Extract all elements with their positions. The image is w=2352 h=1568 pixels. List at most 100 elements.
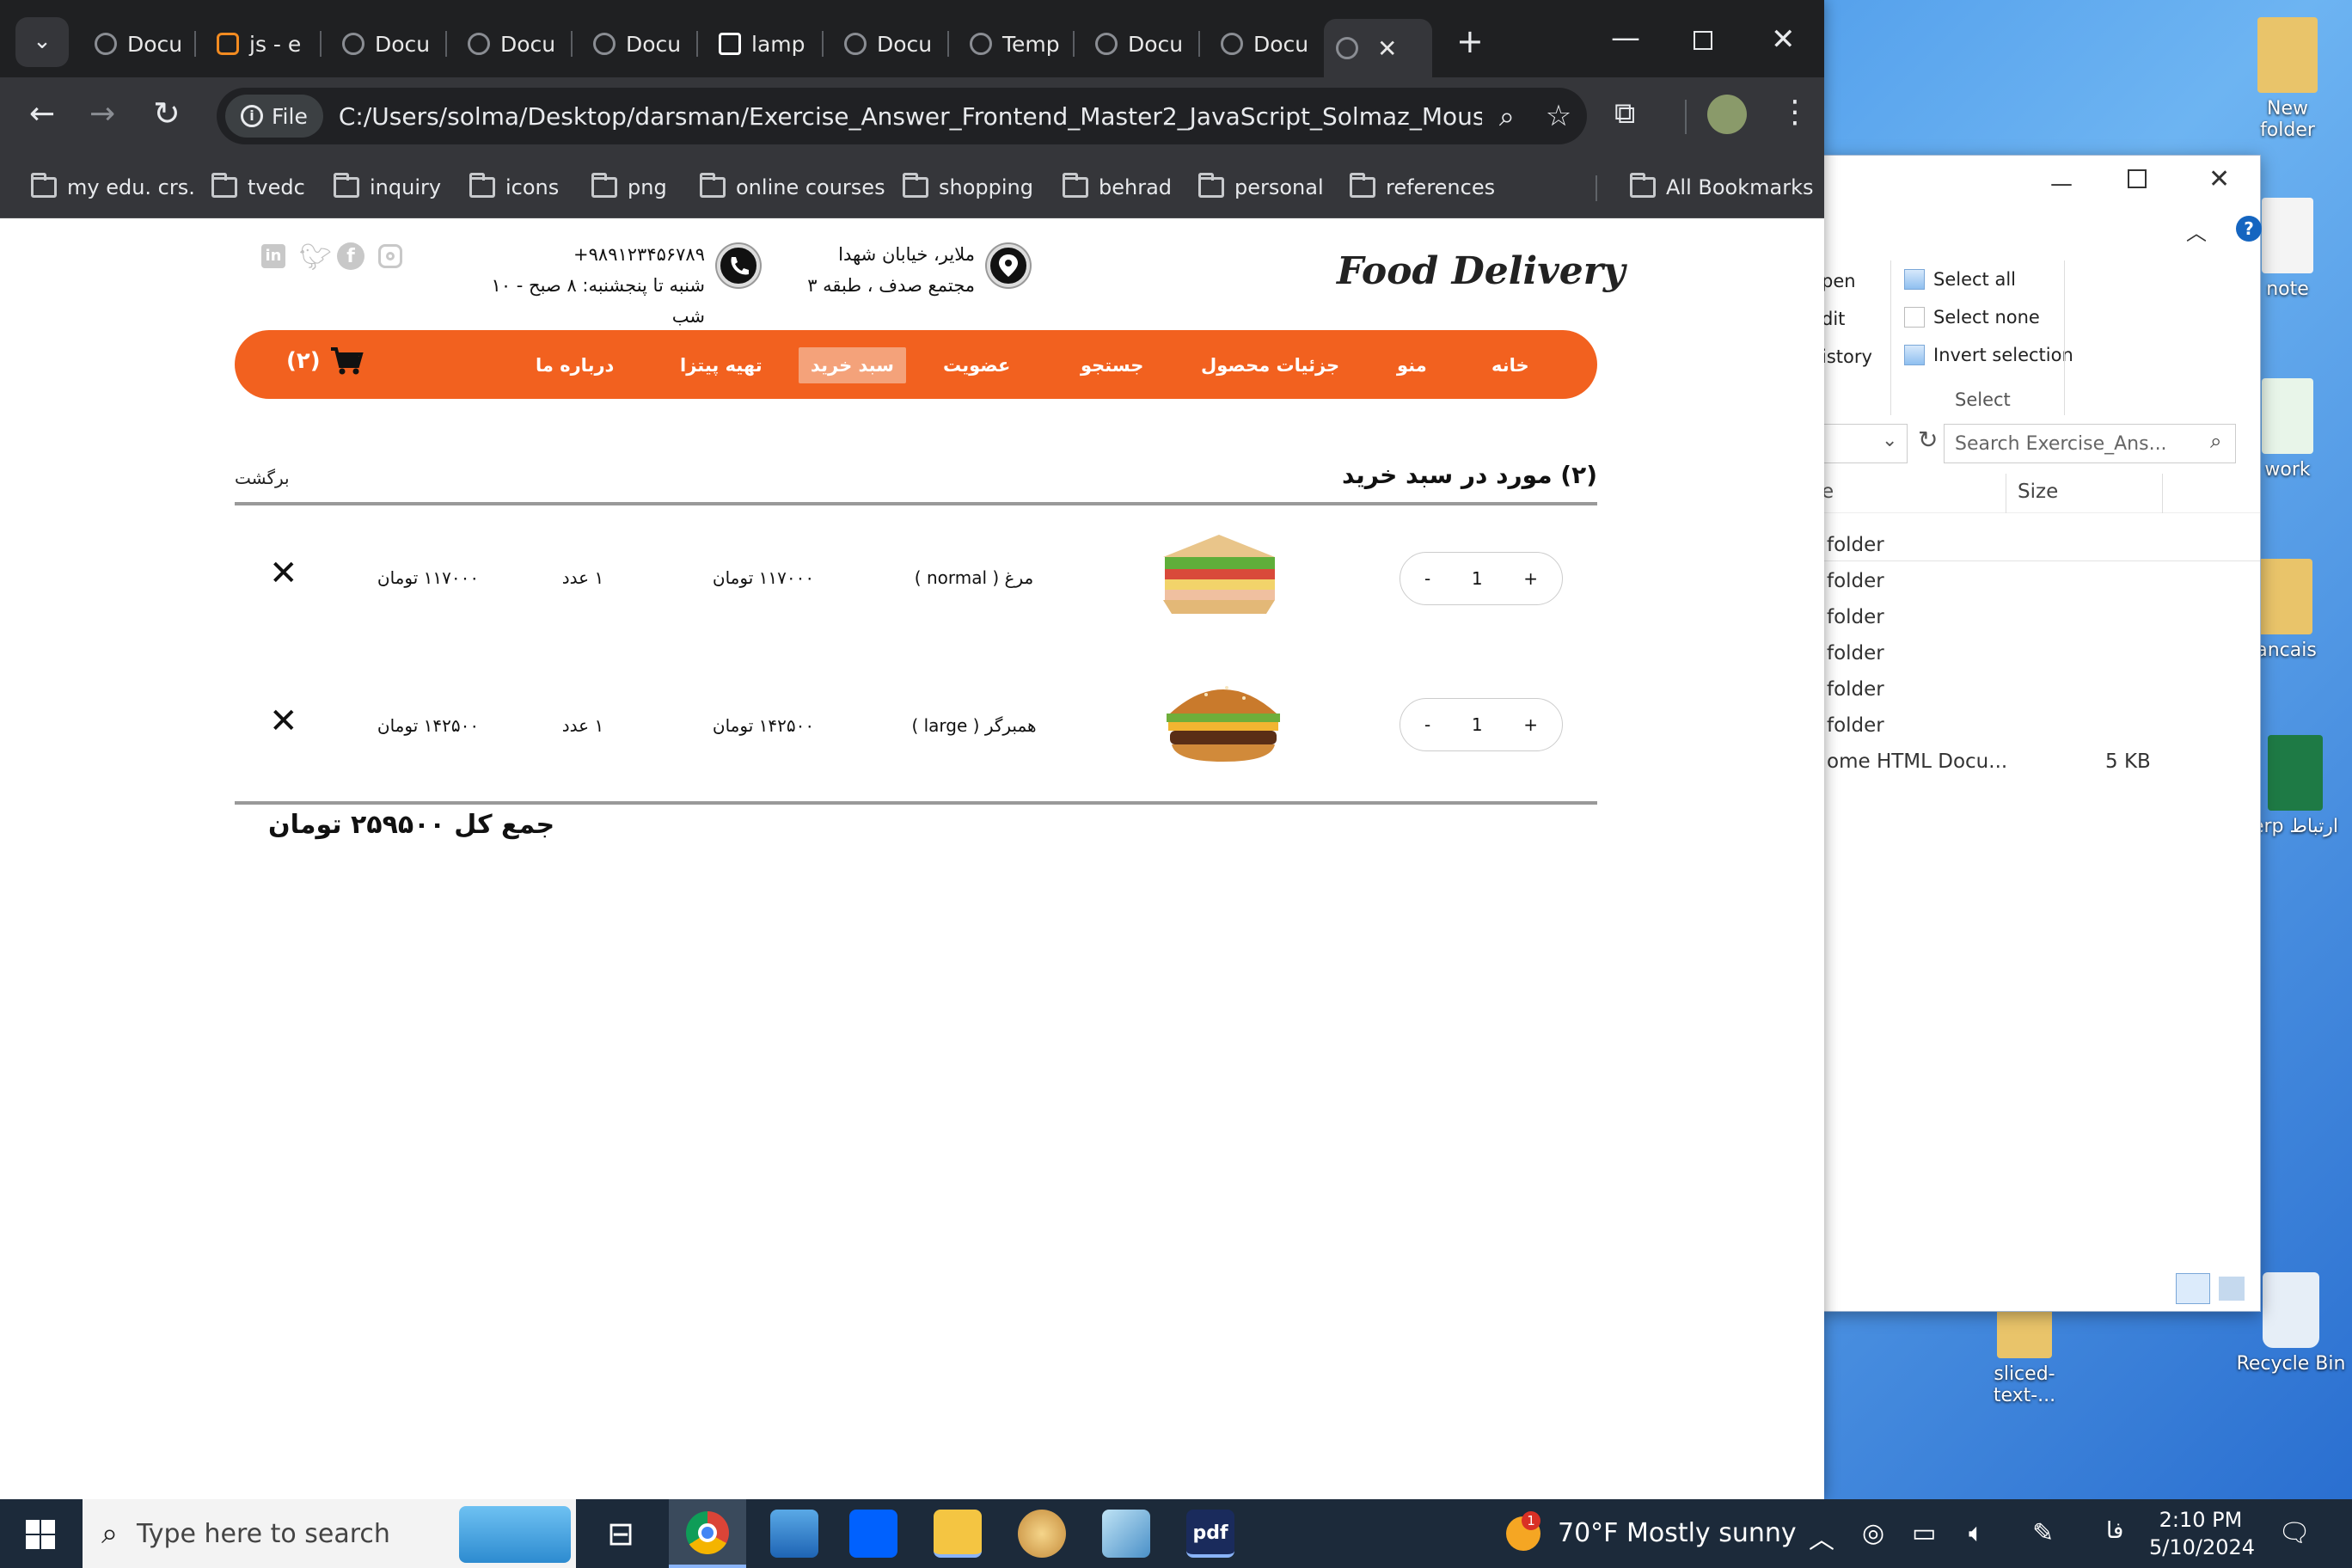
clock[interactable]: 2:10 PM 5/10/2024	[2149, 1506, 2255, 1561]
ribbon-history[interactable]: istory	[1822, 346, 1872, 367]
file-row[interactable]: folder	[1827, 606, 1884, 628]
facebook-icon[interactable]: f	[337, 242, 364, 270]
tab-active[interactable]: ✕	[1324, 19, 1432, 77]
weather-text[interactable]: 70°F Mostly sunny	[1558, 1518, 1797, 1548]
tab[interactable]: Docu	[581, 19, 703, 69]
zoom-icon[interactable]: ⌕	[1499, 100, 1515, 133]
windows-start-icon[interactable]	[26, 1520, 55, 1549]
explorer-search-input[interactable]: Search Exercise_Ans...	[1944, 424, 2236, 463]
minimize-icon[interactable]: —	[2050, 171, 2073, 197]
all-bookmarks[interactable]: All Bookmarks	[1630, 168, 1813, 206]
quantity-value[interactable]: 1	[1472, 714, 1483, 735]
profile-avatar[interactable]	[1707, 95, 1747, 134]
linkedin-icon[interactable]: in	[261, 244, 285, 268]
instagram-icon[interactable]	[378, 244, 402, 268]
nav-cart-button[interactable]: (۲)	[286, 346, 364, 377]
file-row[interactable]: folder	[1827, 714, 1884, 737]
close-window-icon[interactable]: ✕	[1771, 22, 1796, 57]
tab[interactable]: js - e	[205, 19, 327, 69]
camera-icon[interactable]: ◎	[1862, 1518, 1884, 1548]
notifications-icon[interactable]: 🗨︎	[2278, 1518, 2311, 1548]
task-view-icon[interactable]: ⊟	[597, 1510, 645, 1558]
ribbon-open[interactable]: pen	[1822, 271, 1856, 291]
close-icon[interactable]: ✕	[2208, 164, 2230, 194]
taskbar-search[interactable]: ⌕ Type here to search	[83, 1499, 576, 1568]
chevron-up-icon[interactable]: ︿	[1809, 1518, 1834, 1556]
extensions-icon[interactable]: ⧉	[1614, 96, 1635, 131]
file-row[interactable]: folder	[1827, 642, 1884, 665]
remove-item-button[interactable]: ✕	[269, 554, 298, 593]
maximize-icon[interactable]	[1694, 31, 1712, 50]
maximize-icon[interactable]	[2128, 169, 2147, 188]
nav-membership[interactable]: عضویت	[931, 347, 1022, 383]
tab[interactable]: Docu	[456, 19, 578, 69]
tab[interactable]: Docu	[1209, 19, 1331, 69]
bookmark-folder[interactable]: personal	[1198, 168, 1324, 206]
increase-button[interactable]: +	[1523, 714, 1538, 735]
nav-cart[interactable]: سبد خرید	[799, 347, 906, 383]
ribbon-edit[interactable]: dit	[1822, 309, 1845, 329]
tab[interactable]: Docu	[1083, 19, 1205, 69]
help-icon[interactable]: ?	[2236, 216, 2262, 242]
tab[interactable]: lamp	[707, 19, 829, 69]
column-header-size[interactable]: Size	[2018, 481, 2058, 503]
bookmark-folder[interactable]: icons	[469, 168, 559, 206]
nav-home[interactable]: خانه	[1479, 347, 1541, 383]
tab[interactable]: Temp	[958, 19, 1080, 69]
nav-pizza[interactable]: تهیه پیتزا	[668, 347, 775, 383]
bookmark-folder[interactable]: online courses	[700, 168, 885, 206]
laptop-app-icon[interactable]	[770, 1510, 818, 1558]
decrease-button[interactable]: -	[1424, 568, 1430, 589]
site-logo[interactable]: Food Delivery	[1326, 241, 1626, 301]
bookmark-folder[interactable]: tvedc	[211, 168, 305, 206]
taskbar-chrome-active[interactable]	[669, 1499, 746, 1568]
large-icons-view-icon[interactable]	[2219, 1277, 2245, 1301]
nav-product-details[interactable]: جزئیات محصول	[1189, 347, 1351, 383]
nav-search[interactable]: جستجو	[1069, 347, 1155, 383]
details-view-icon[interactable]	[2176, 1273, 2210, 1304]
tab[interactable]: Docu	[330, 19, 452, 69]
dropbox-icon[interactable]	[849, 1510, 897, 1558]
back-link[interactable]: برگشت	[235, 468, 290, 488]
tab[interactable]: Docu	[83, 19, 205, 69]
nav-about[interactable]: درباره ما	[524, 347, 626, 383]
pdf-pro-icon[interactable]: pdf	[1186, 1510, 1234, 1558]
pen-icon[interactable]: ✎	[2032, 1518, 2054, 1548]
back-arrow-icon[interactable]: ←	[29, 96, 55, 132]
volume-icon[interactable]: 🔈︎	[1969, 1518, 1984, 1548]
bookmark-star-icon[interactable]: ☆	[1546, 99, 1571, 133]
tab[interactable]: Docu	[832, 19, 954, 69]
kebab-menu-icon[interactable]: ⋮	[1779, 95, 1810, 130]
reload-icon[interactable]: ↻	[153, 95, 181, 132]
language-indicator[interactable]: فا	[2106, 1518, 2123, 1544]
minimize-icon[interactable]: —	[1611, 21, 1640, 55]
tab-search-button[interactable]: ⌄	[15, 17, 69, 67]
nav-menu[interactable]: منو	[1385, 347, 1439, 383]
bookmark-folder[interactable]: references	[1350, 168, 1495, 206]
battery-icon[interactable]: ▭	[1912, 1518, 1936, 1548]
bookmark-folder[interactable]: png	[591, 168, 667, 206]
quantity-value[interactable]: 1	[1472, 568, 1483, 589]
increase-button[interactable]: +	[1523, 568, 1538, 589]
bookmark-folder[interactable]: behrad	[1063, 168, 1172, 206]
desktop-icon-sliced-text[interactable]: sliced-text-...	[1969, 1307, 2080, 1406]
refresh-icon[interactable]: ↻	[1918, 426, 1938, 454]
file-row-html[interactable]: ome HTML Docu...	[1827, 750, 2007, 773]
bookmark-folder[interactable]: inquiry	[334, 168, 441, 206]
collapse-ribbon-icon[interactable]: ︿	[2186, 216, 2207, 246]
address-field[interactable]: ⌄	[1822, 424, 1908, 463]
decrease-button[interactable]: -	[1424, 714, 1430, 735]
file-row[interactable]: folder	[1827, 678, 1884, 701]
notepad-icon[interactable]	[1102, 1510, 1150, 1558]
file-explorer-icon[interactable]	[934, 1510, 982, 1558]
paint-icon[interactable]	[1018, 1510, 1066, 1558]
address-bar[interactable]: i File C:/Users/solma/Desktop/darsman/Ex…	[217, 88, 1587, 144]
select-none-button[interactable]: Select none	[1904, 307, 2040, 328]
bookmark-folder[interactable]: shopping	[903, 168, 1033, 206]
forward-arrow-icon[interactable]: →	[89, 96, 115, 132]
bookmark-folder[interactable]: my edu. crs.	[31, 168, 195, 206]
file-row[interactable]: folder	[1827, 534, 1884, 556]
select-all-button[interactable]: Select all	[1904, 269, 2016, 290]
desktop-icon-new-folder[interactable]: New folder	[2240, 17, 2335, 141]
file-row[interactable]: folder	[1827, 570, 1884, 592]
